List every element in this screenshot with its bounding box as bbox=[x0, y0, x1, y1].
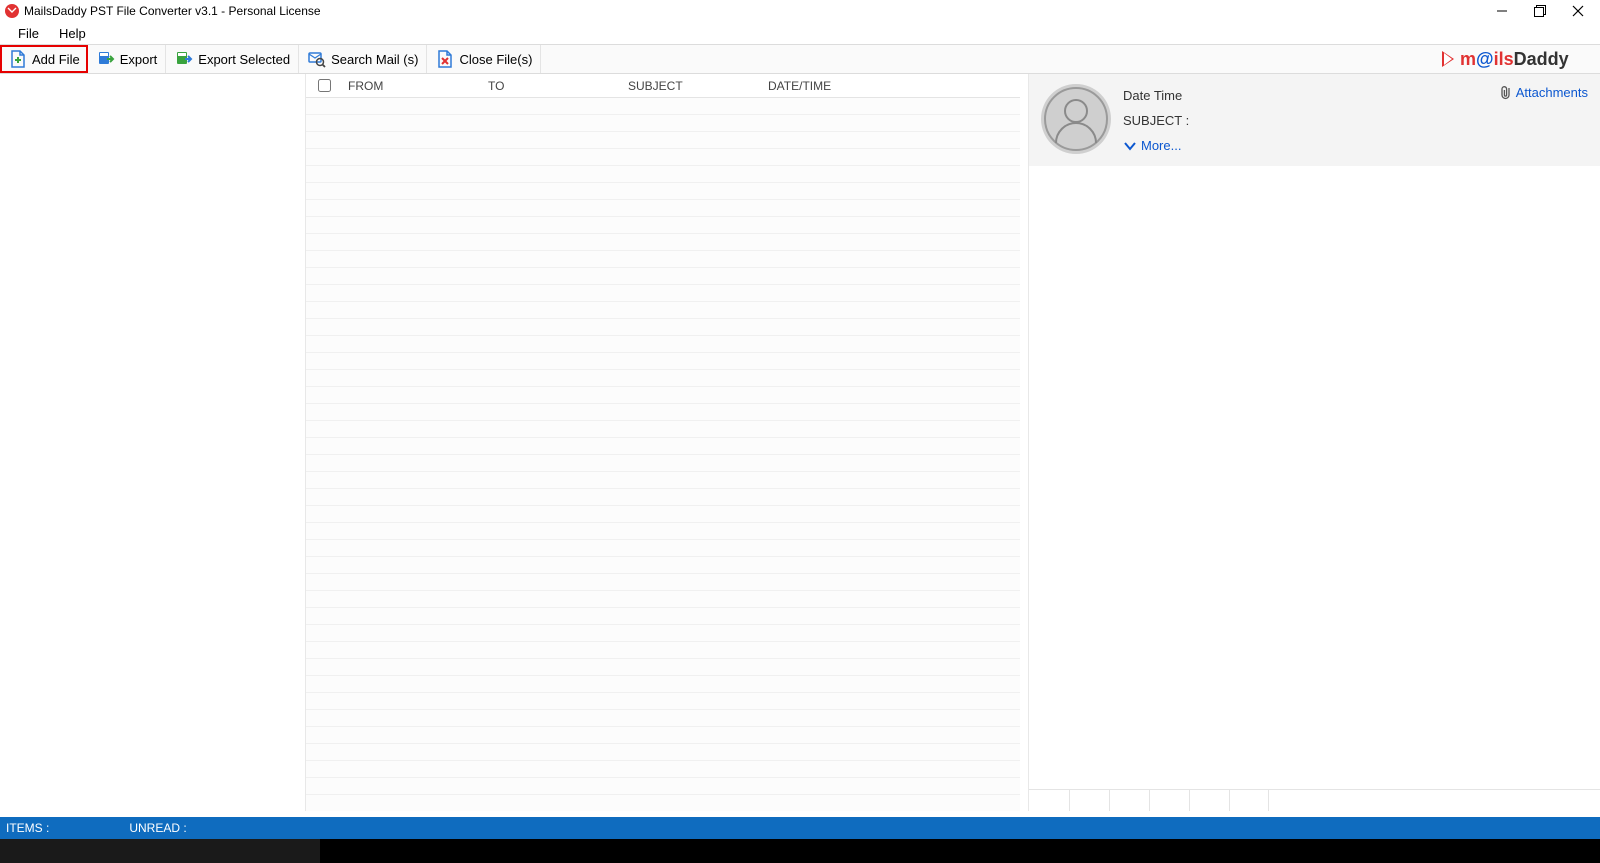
preview-more-button[interactable]: More... bbox=[1123, 138, 1487, 153]
preview-tab-4[interactable] bbox=[1189, 790, 1229, 811]
preview-tab-2[interactable] bbox=[1109, 790, 1149, 811]
avatar-icon bbox=[1041, 84, 1111, 154]
status-unread: UNREAD : bbox=[129, 821, 186, 835]
export-selected-button[interactable]: Export Selected bbox=[166, 45, 299, 73]
toolbar: Add File Export Export Selected Search M… bbox=[0, 44, 1600, 74]
menubar: File Help bbox=[0, 22, 1600, 44]
table-row[interactable] bbox=[306, 557, 1020, 574]
preview-subject: SUBJECT : bbox=[1123, 113, 1487, 128]
preview-datetime: Date Time bbox=[1123, 88, 1487, 103]
table-row[interactable] bbox=[306, 98, 1020, 115]
preview-tab-5[interactable] bbox=[1229, 790, 1269, 811]
table-row[interactable] bbox=[306, 115, 1020, 132]
brand-logo: m@ilsDaddy bbox=[1440, 46, 1590, 72]
add-file-label: Add File bbox=[32, 52, 80, 67]
export-selected-label: Export Selected bbox=[198, 52, 290, 67]
preview-tabs bbox=[1029, 789, 1600, 811]
preview-body[interactable] bbox=[1029, 166, 1600, 789]
preview-header: Date Time SUBJECT : More... Attachments bbox=[1029, 74, 1600, 166]
table-row[interactable] bbox=[306, 285, 1020, 302]
table-row[interactable] bbox=[306, 234, 1020, 251]
paperclip-icon bbox=[1499, 84, 1512, 100]
close-button[interactable] bbox=[1568, 1, 1588, 21]
table-row[interactable] bbox=[306, 166, 1020, 183]
table-row[interactable] bbox=[306, 472, 1020, 489]
menu-file[interactable]: File bbox=[8, 24, 49, 43]
close-files-button[interactable]: Close File(s) bbox=[427, 45, 541, 73]
table-row[interactable] bbox=[306, 319, 1020, 336]
table-row[interactable] bbox=[306, 336, 1020, 353]
grid-header-datetime[interactable]: DATE/TIME bbox=[762, 79, 1020, 93]
table-row[interactable] bbox=[306, 506, 1020, 523]
grid-rows[interactable] bbox=[306, 98, 1020, 811]
table-row[interactable] bbox=[306, 353, 1020, 370]
table-row[interactable] bbox=[306, 744, 1020, 761]
close-files-label: Close File(s) bbox=[459, 52, 532, 67]
table-row[interactable] bbox=[306, 523, 1020, 540]
table-row[interactable] bbox=[306, 217, 1020, 234]
preview-more-label: More... bbox=[1141, 138, 1181, 153]
menu-help[interactable]: Help bbox=[49, 24, 96, 43]
table-row[interactable] bbox=[306, 251, 1020, 268]
preview-pane: Date Time SUBJECT : More... Attachments bbox=[1028, 74, 1600, 811]
preview-meta: Date Time SUBJECT : More... bbox=[1123, 84, 1487, 153]
table-row[interactable] bbox=[306, 421, 1020, 438]
table-row[interactable] bbox=[306, 710, 1020, 727]
grid-header-from[interactable]: FROM bbox=[342, 79, 482, 93]
table-row[interactable] bbox=[306, 540, 1020, 557]
add-file-button[interactable]: Add File bbox=[0, 45, 88, 73]
table-row[interactable] bbox=[306, 693, 1020, 710]
preview-tab-1[interactable] bbox=[1069, 790, 1109, 811]
status-items: ITEMS : bbox=[6, 821, 49, 835]
table-row[interactable] bbox=[306, 608, 1020, 625]
preview-tab-3[interactable] bbox=[1149, 790, 1189, 811]
app-icon bbox=[4, 3, 20, 19]
table-row[interactable] bbox=[306, 438, 1020, 455]
table-row[interactable] bbox=[306, 795, 1020, 811]
select-all-checkbox[interactable] bbox=[318, 79, 331, 92]
statusbar: ITEMS : UNREAD : bbox=[0, 817, 1600, 839]
search-mail-button[interactable]: Search Mail (s) bbox=[299, 45, 427, 73]
table-row[interactable] bbox=[306, 132, 1020, 149]
table-row[interactable] bbox=[306, 387, 1020, 404]
chevron-down-icon bbox=[1123, 139, 1137, 153]
titlebar: MailsDaddy PST File Converter v3.1 - Per… bbox=[0, 0, 1600, 22]
table-row[interactable] bbox=[306, 455, 1020, 472]
main-area: FROM TO SUBJECT DATE/TIME Date Time SUBJ… bbox=[0, 74, 1600, 811]
grid-header-subject[interactable]: SUBJECT bbox=[622, 79, 762, 93]
svg-text:m@ilsDaddy: m@ilsDaddy bbox=[1460, 49, 1569, 69]
table-row[interactable] bbox=[306, 183, 1020, 200]
table-row[interactable] bbox=[306, 591, 1020, 608]
minimize-button[interactable] bbox=[1492, 1, 1512, 21]
table-row[interactable] bbox=[306, 642, 1020, 659]
maximize-button[interactable] bbox=[1530, 1, 1550, 21]
export-button[interactable]: Export bbox=[88, 45, 167, 73]
attachments-button[interactable]: Attachments bbox=[1499, 84, 1588, 100]
table-row[interactable] bbox=[306, 778, 1020, 795]
table-row[interactable] bbox=[306, 659, 1020, 676]
table-row[interactable] bbox=[306, 302, 1020, 319]
table-row[interactable] bbox=[306, 200, 1020, 217]
table-row[interactable] bbox=[306, 676, 1020, 693]
grid-header-to[interactable]: TO bbox=[482, 79, 622, 93]
table-row[interactable] bbox=[306, 761, 1020, 778]
table-row[interactable] bbox=[306, 268, 1020, 285]
table-row[interactable] bbox=[306, 404, 1020, 421]
grid-header-checkbox[interactable] bbox=[306, 79, 342, 92]
search-mail-label: Search Mail (s) bbox=[331, 52, 418, 67]
taskbar-strip bbox=[0, 839, 1600, 863]
attachments-label: Attachments bbox=[1516, 85, 1588, 100]
grid-header: FROM TO SUBJECT DATE/TIME bbox=[306, 74, 1020, 98]
table-row[interactable] bbox=[306, 574, 1020, 591]
table-row[interactable] bbox=[306, 489, 1020, 506]
export-label: Export bbox=[120, 52, 158, 67]
table-row[interactable] bbox=[306, 727, 1020, 744]
mail-grid-pane: FROM TO SUBJECT DATE/TIME bbox=[305, 74, 1020, 811]
table-row[interactable] bbox=[306, 149, 1020, 166]
table-row[interactable] bbox=[306, 625, 1020, 642]
window-controls bbox=[1492, 1, 1596, 21]
table-row[interactable] bbox=[306, 370, 1020, 387]
folder-tree-pane[interactable] bbox=[0, 74, 305, 811]
window-title: MailsDaddy PST File Converter v3.1 - Per… bbox=[24, 4, 1492, 18]
